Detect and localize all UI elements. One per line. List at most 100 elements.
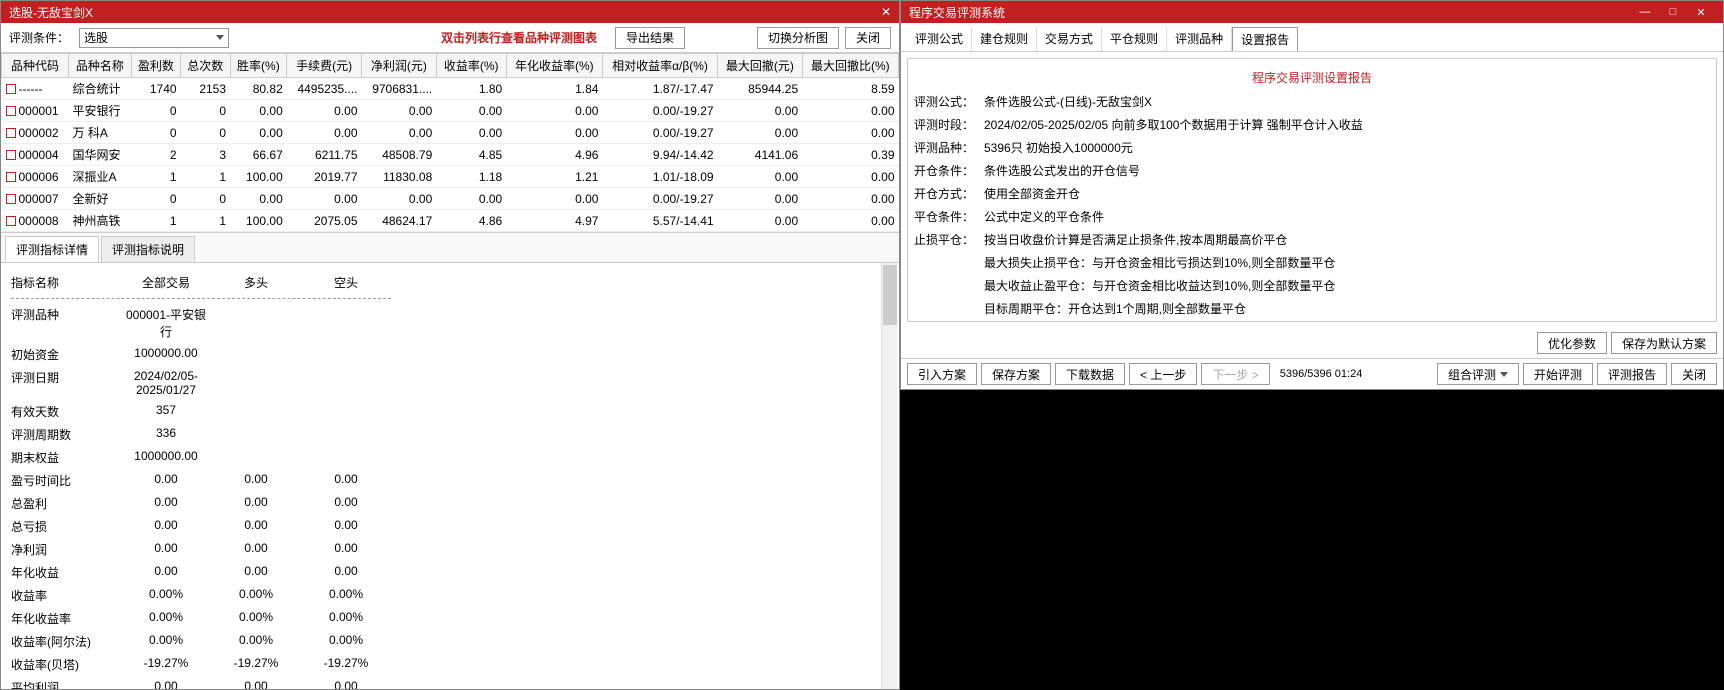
maximize-icon[interactable]: □ [1659,6,1687,19]
detail-row: 总盈利0.000.000.00 [11,492,889,515]
report-line: 最大损失止损平仓：与开仓资金相比亏损达到10%,则全部数量平仓 [914,251,1710,274]
table-row[interactable]: 000001平安银行000.000.000.000.000.000.00/-19… [2,100,899,122]
combo-eval-button[interactable]: 组合评测 [1437,363,1519,385]
detail-header-cell: 全部交易 [121,274,211,291]
table-header[interactable]: 相对收益率α/β(%) [602,54,717,78]
table-header[interactable]: 品种代码 [2,54,69,78]
prev-button[interactable]: < 上一步 [1129,363,1197,385]
table-row[interactable]: 000006深振业A11100.002019.7711830.081.181.2… [2,166,899,188]
optimize-button[interactable]: 优化参数 [1537,332,1607,354]
detail-row: 盈亏时间比0.000.000.00 [11,469,889,492]
detail-row: 初始资金1000000.00 [11,343,889,366]
tab-explain[interactable]: 评测指标说明 [101,236,195,262]
export-button[interactable]: 导出结果 [615,27,685,49]
minimize-icon[interactable]: — [1631,6,1659,19]
detail-header-cell: 多头 [211,274,301,291]
download-button[interactable]: 下载数据 [1055,363,1125,385]
row-checkbox[interactable] [6,150,16,160]
report-title: 程序交易评测设置报告 [914,65,1710,90]
detail-row: 评测周期数336 [11,423,889,446]
right-close-button[interactable]: 关闭 [1671,363,1717,385]
left-title-bar: 选股-无敌宝剑X ✕ [1,1,899,23]
table-header[interactable]: 收益率(%) [436,54,506,78]
right-panel: 程序交易评测系统 — □ ✕ 评测公式建仓规则交易方式平仓规则评测品种设置报告 … [900,0,1724,690]
eval-report-button[interactable]: 评测报告 [1597,363,1667,385]
detail-header-cell: 指标名称 [11,274,121,291]
close-icon[interactable]: ✕ [1687,6,1715,19]
report-line: 计算相对收益率选择的参照品种：沪深300 [914,320,1710,322]
table-header[interactable]: 品种名称 [69,54,132,78]
table-row[interactable]: ------综合统计1740215380.824495235....970683… [2,78,899,100]
left-panel: 选股-无敌宝剑X ✕ 评测条件： 选股 双击列表行查看品种评测图表 导出结果 切… [0,0,900,690]
right-tab[interactable]: 设置报告 [1232,27,1298,51]
row-checkbox[interactable] [6,128,16,138]
report-line: 开仓条件：条件选股公式发出的开仓信号 [914,159,1710,182]
row-checkbox[interactable] [6,194,16,204]
report-line: 止损平仓：按当日收盘价计算是否满足止损条件,按本周期最高价平仓 [914,228,1710,251]
scrollbar[interactable] [881,263,897,689]
table-header[interactable]: 胜率(%) [230,54,287,78]
detail-row: 年化收益0.000.000.00 [11,561,889,584]
close-button[interactable]: 关闭 [845,27,891,49]
detail-row: 有效天数357 [11,400,889,423]
table-header[interactable]: 最大回撤比(%) [802,54,898,78]
table-row[interactable]: 000008神州高铁11100.002075.0548624.174.864.9… [2,210,899,232]
row-checkbox[interactable] [6,106,16,116]
detail-row: 净利润0.000.000.00 [11,538,889,561]
detail-row: 收益率(阿尔法)0.00%0.00%0.00% [11,630,889,653]
row-checkbox[interactable] [6,216,16,226]
detail-block: 指标名称全部交易多头空头 评测品种000001-平安银行初始资金1000000.… [1,263,899,689]
switch-chart-button[interactable]: 切换分析图 [757,27,839,49]
report-line: 评测公式：条件选股公式-(日线)-无敌宝剑X [914,90,1710,113]
table-row[interactable]: 000002万 科A000.000.000.000.000.000.00/-19… [2,122,899,144]
condition-label: 评测条件： [9,29,69,46]
right-tab[interactable]: 平仓规则 [1102,27,1167,51]
right-lower-area [900,390,1724,690]
row-checkbox[interactable] [6,172,16,182]
detail-row: 平均利润0.000.000.00 [11,676,889,689]
table-row[interactable]: 000007全新好000.000.000.000.000.000.00/-19.… [2,188,899,210]
table-header[interactable]: 年化收益率(%) [506,54,602,78]
right-tab[interactable]: 建仓规则 [972,27,1037,51]
save-button[interactable]: 保存方案 [981,363,1051,385]
right-tabs: 评测公式建仓规则交易方式平仓规则评测品种设置报告 [901,23,1723,52]
table-row[interactable]: 000004国华网安2366.676211.7548508.794.854.96… [2,144,899,166]
right-title: 程序交易评测系统 [909,4,1005,21]
table-header[interactable]: 盈利数 [131,54,180,78]
table-header[interactable]: 最大回撤(元) [718,54,803,78]
start-eval-button[interactable]: 开始评测 [1523,363,1593,385]
report-line: 评测品种：5396只 初始投入1000000元 [914,136,1710,159]
detail-row: 总亏损0.000.000.00 [11,515,889,538]
condition-combo[interactable]: 选股 [79,28,229,48]
import-button[interactable]: 引入方案 [907,363,977,385]
report-line: 平仓条件：公式中定义的平仓条件 [914,205,1710,228]
save-default-button[interactable]: 保存为默认方案 [1611,332,1717,354]
table-header[interactable]: 总次数 [181,54,230,78]
close-icon[interactable]: ✕ [881,5,891,19]
right-tab[interactable]: 评测公式 [907,27,972,51]
next-button[interactable]: 下一步 > [1201,363,1269,385]
detail-row: 评测品种000001-平安银行 [11,303,889,343]
report-line: 评测时段：2024/02/05-2025/02/05 向前多取100个数据用于计… [914,113,1710,136]
tab-detail[interactable]: 评测指标详情 [5,236,99,262]
report-line: 开仓方式：使用全部资金开仓 [914,182,1710,205]
right-tab[interactable]: 交易方式 [1037,27,1102,51]
table-header[interactable]: 手续费(元) [287,54,362,78]
report-line: 目标周期平仓：开仓达到1个周期,则全部数量平仓 [914,297,1710,320]
detail-row: 评测日期2024/02/05-2025/01/27 [11,366,889,400]
right-tab[interactable]: 评测品种 [1167,27,1232,51]
report-box: 程序交易评测设置报告 评测公式：条件选股公式-(日线)-无敌宝剑X评测时段：20… [907,58,1717,322]
detail-header-cell: 空头 [301,274,391,291]
left-title: 选股-无敌宝剑X [9,4,93,21]
report-line: 最大收益止盈平仓：与开仓资金相比收益达到10%,则全部数量平仓 [914,274,1710,297]
table-header[interactable]: 净利润(元) [362,54,437,78]
row-checkbox[interactable] [6,84,16,94]
detail-tabs: 评测指标详情 评测指标说明 [1,233,899,263]
status-text: 5396/5396 01:24 [1274,368,1369,380]
right-title-bar: 程序交易评测系统 — □ ✕ [901,1,1723,23]
hint-text: 双击列表行查看品种评测图表 [441,29,597,46]
detail-row: 收益率0.00%0.00%0.00% [11,584,889,607]
left-toolbar: 评测条件： 选股 双击列表行查看品种评测图表 导出结果 切换分析图 关闭 [1,23,899,53]
detail-row: 年化收益率0.00%0.00%0.00% [11,607,889,630]
detail-row: 收益率(贝塔)-19.27%-19.27%-19.27% [11,653,889,676]
